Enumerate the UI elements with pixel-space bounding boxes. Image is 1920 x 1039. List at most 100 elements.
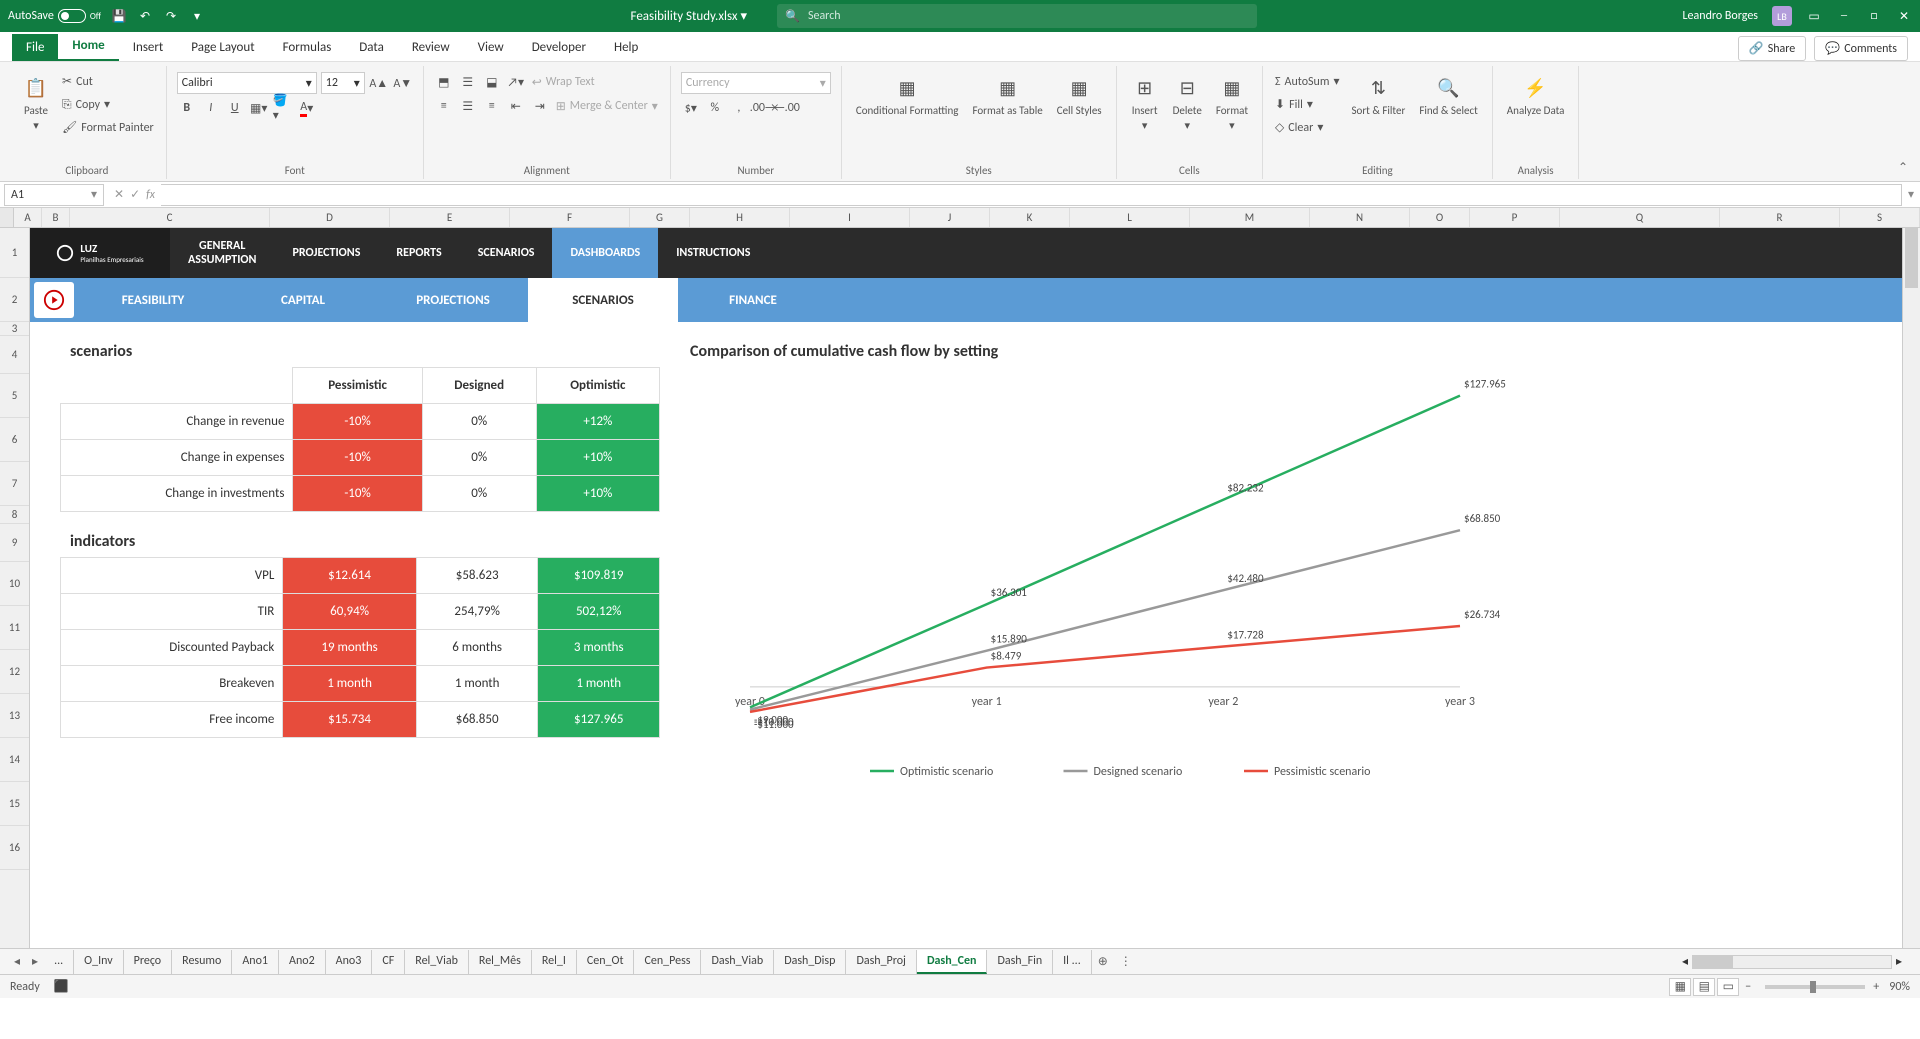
file-name[interactable]: Feasibility Study.xlsx ▾ <box>631 9 747 24</box>
underline-button[interactable]: U <box>225 98 245 118</box>
grow-font-icon[interactable]: A▲ <box>369 73 389 93</box>
sheet-tab-pre-o[interactable]: Preço <box>124 950 173 974</box>
col-header-E[interactable]: E <box>390 208 510 227</box>
save-icon[interactable]: 💾 <box>111 8 127 24</box>
row-header-12[interactable]: 12 <box>0 650 29 694</box>
tab-developer[interactable]: Developer <box>518 34 600 61</box>
inc-decimal-icon[interactable]: .00→ <box>753 98 773 118</box>
sheet-tab-o-inv[interactable]: O_Inv <box>74 950 123 974</box>
indent-inc-icon[interactable]: ⇥ <box>530 96 550 116</box>
tab-review[interactable]: Review <box>398 34 464 61</box>
sheet-tab-ano2[interactable]: Ano2 <box>279 950 326 974</box>
qat-dropdown-icon[interactable]: ▾ <box>189 8 205 24</box>
tab-help[interactable]: Help <box>600 34 652 61</box>
sheet-nav-first-icon[interactable]: ◂ <box>8 954 26 969</box>
col-header-P[interactable]: P <box>1470 208 1560 227</box>
row-header-10[interactable]: 10 <box>0 562 29 606</box>
row-header-16[interactable]: 16 <box>0 826 29 870</box>
hscroll-right-icon[interactable]: ▸ <box>1896 954 1902 969</box>
horizontal-scrollbar[interactable] <box>1692 955 1892 969</box>
format-cells-button[interactable]: ▦Format▾ <box>1212 72 1252 134</box>
col-header-Q[interactable]: Q <box>1560 208 1720 227</box>
font-name-select[interactable]: Calibri▾ <box>177 72 317 94</box>
percent-format-icon[interactable]: % <box>705 98 725 118</box>
paste-button[interactable]: 📋Paste▾ <box>18 72 54 134</box>
bold-button[interactable]: B <box>177 98 197 118</box>
col-header-O[interactable]: O <box>1410 208 1470 227</box>
user-avatar[interactable]: LB <box>1772 6 1792 26</box>
hscroll-left-icon[interactable]: ◂ <box>1682 954 1688 969</box>
view-page-layout-icon[interactable]: ▤ <box>1693 978 1715 996</box>
analyze-data-button[interactable]: ⚡Analyze Data <box>1503 72 1569 119</box>
row-header-6[interactable]: 6 <box>0 418 29 462</box>
cut-button[interactable]: ✂ Cut <box>60 72 156 91</box>
view-page-break-icon[interactable]: ▭ <box>1717 978 1739 996</box>
align-bottom-icon[interactable]: ⬓ <box>482 72 502 92</box>
name-box[interactable]: A1▾ <box>4 184 104 206</box>
format-painter-button[interactable]: 🖌 Format Painter <box>60 118 156 137</box>
col-header-K[interactable]: K <box>990 208 1070 227</box>
sheet-nav-prev-icon[interactable]: ▸ <box>26 954 44 969</box>
search-input[interactable]: 🔍 Search <box>777 4 1257 28</box>
sheet-tab-resumo[interactable]: Resumo <box>172 950 232 974</box>
format-as-table-button[interactable]: ▦Format as Table <box>968 72 1046 119</box>
indent-dec-icon[interactable]: ⇤ <box>506 96 526 116</box>
play-button[interactable] <box>34 282 74 318</box>
col-header-C[interactable]: C <box>70 208 270 227</box>
minimize-icon[interactable]: ─ <box>1836 8 1852 24</box>
row-header-7[interactable]: 7 <box>0 462 29 506</box>
align-center-icon[interactable]: ☰ <box>458 96 478 116</box>
share-button[interactable]: 🔗 Share <box>1738 36 1807 61</box>
nav1-item-projections[interactable]: PROJECTIONS <box>274 228 378 278</box>
tab-page-layout[interactable]: Page Layout <box>177 34 268 61</box>
collapse-ribbon-icon[interactable]: ⌃ <box>1898 160 1908 175</box>
row-header-8[interactable]: 8 <box>0 506 29 524</box>
align-middle-icon[interactable]: ☰ <box>458 72 478 92</box>
nav2-item-feasibility[interactable]: FEASIBILITY <box>78 278 228 322</box>
nav2-item-capital[interactable]: CAPITAL <box>228 278 378 322</box>
fill-color-button[interactable]: 🪣▾ <box>273 98 293 118</box>
find-select-button[interactable]: 🔍Find & Select <box>1415 72 1481 119</box>
italic-button[interactable]: I <box>201 98 221 118</box>
nav1-item-scenarios[interactable]: SCENARIOS <box>460 228 553 278</box>
col-header-B[interactable]: B <box>42 208 70 227</box>
cell-styles-button[interactable]: ▦Cell Styles <box>1053 72 1106 119</box>
col-header-S[interactable]: S <box>1840 208 1920 227</box>
row-header-5[interactable]: 5 <box>0 374 29 418</box>
clear-button[interactable]: ◇ Clear ▾ <box>1273 118 1341 137</box>
tab-insert[interactable]: Insert <box>119 34 178 61</box>
nav1-item-instructions[interactable]: INSTRUCTIONS <box>658 228 768 278</box>
row-header-3[interactable]: 3 <box>0 322 29 336</box>
font-color-button[interactable]: A▾ <box>297 98 317 118</box>
align-top-icon[interactable]: ⬒ <box>434 72 454 92</box>
col-header-H[interactable]: H <box>690 208 790 227</box>
row-header-15[interactable]: 15 <box>0 782 29 826</box>
tab-formulas[interactable]: Formulas <box>269 34 346 61</box>
shrink-font-icon[interactable]: A▼ <box>393 73 413 93</box>
maximize-icon[interactable]: □ <box>1866 8 1882 24</box>
merge-center-button[interactable]: ⊞ Merge & Center ▾ <box>554 97 660 116</box>
number-format-select[interactable]: Currency▾ <box>681 72 831 94</box>
row-header-4[interactable]: 4 <box>0 336 29 374</box>
expand-formula-icon[interactable]: ▾ <box>1902 187 1920 202</box>
undo-icon[interactable]: ↶ <box>137 8 153 24</box>
sheet-tab-cen-ot[interactable]: Cen_Ot <box>577 950 635 974</box>
close-icon[interactable]: ✕ <box>1896 8 1912 24</box>
col-header-D[interactable]: D <box>270 208 390 227</box>
fx-icon[interactable]: fx <box>146 188 155 202</box>
zoom-out-icon[interactable]: − <box>1745 980 1751 994</box>
sheet-tab-dash-cen[interactable]: Dash_Cen <box>917 950 988 974</box>
delete-cells-button[interactable]: ⊟Delete▾ <box>1169 72 1206 134</box>
col-header-R[interactable]: R <box>1720 208 1840 227</box>
sheet-tab-dash-fin[interactable]: Dash_Fin <box>987 950 1053 974</box>
row-header-14[interactable]: 14 <box>0 738 29 782</box>
redo-icon[interactable]: ↷ <box>163 8 179 24</box>
wrap-text-button[interactable]: ↩ Wrap Text <box>530 73 597 92</box>
formula-input[interactable] <box>161 184 1902 206</box>
row-header-2[interactable]: 2 <box>0 278 29 322</box>
copy-button[interactable]: ⎘ Copy ▾ <box>60 95 156 114</box>
sort-filter-button[interactable]: ⇅Sort & Filter <box>1347 72 1409 119</box>
nav2-item-finance[interactable]: FINANCE <box>678 278 828 322</box>
font-size-select[interactable]: 12▾ <box>321 72 365 94</box>
nav1-item-general-assumption[interactable]: GENERALASSUMPTION <box>170 228 274 278</box>
